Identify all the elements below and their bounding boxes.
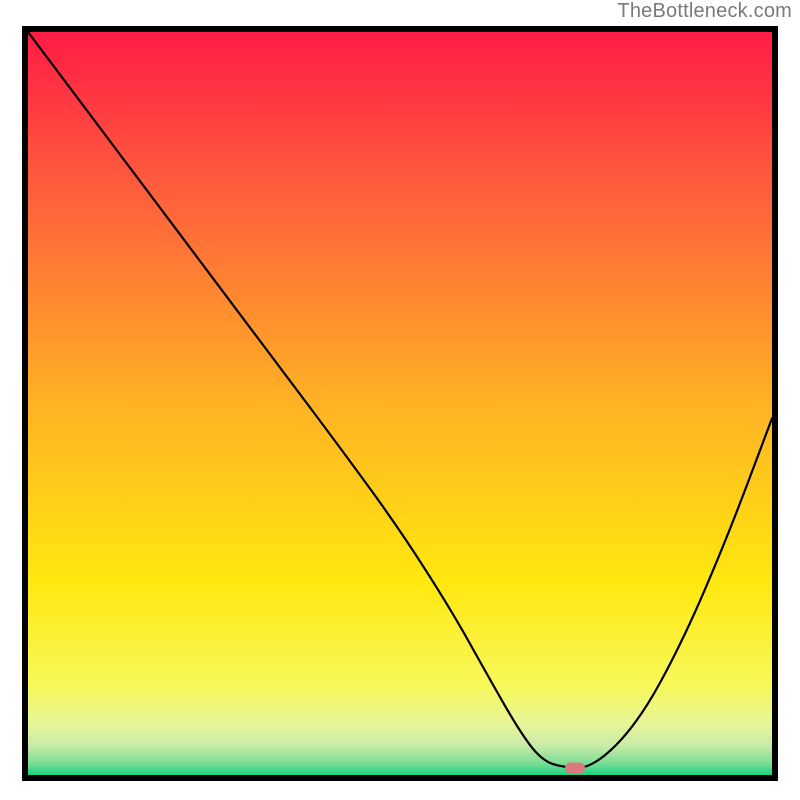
chart-plot-area <box>28 32 772 775</box>
bottleneck-curve <box>28 32 772 775</box>
chart-frame <box>22 26 778 781</box>
attribution-text: TheBottleneck.com <box>617 0 792 23</box>
optimum-marker <box>565 762 585 773</box>
